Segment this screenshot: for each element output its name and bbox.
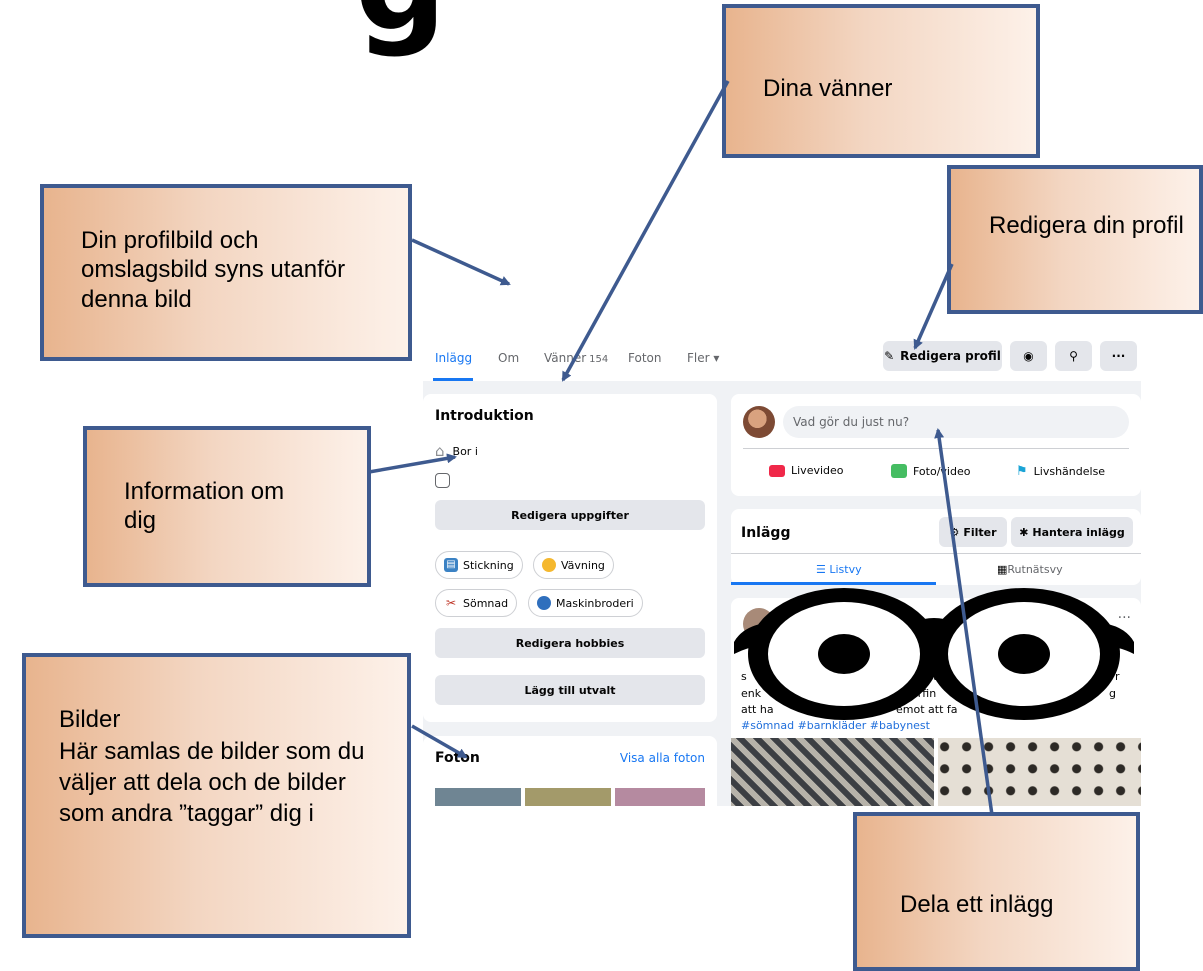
divider bbox=[743, 448, 1129, 449]
more-icon: ··· bbox=[1111, 349, 1126, 363]
heading-fragment: g bbox=[355, 0, 447, 50]
hobby-sewing[interactable]: ✂ Sömnad bbox=[435, 589, 518, 617]
posts-header-card: Inlägg ⚙ Filter ✱ Hantera inlägg ☰ Listvy … bbox=[731, 509, 1141, 585]
hobby-label: Vävning bbox=[561, 558, 605, 572]
hobby-label: Maskinbroderi bbox=[556, 596, 634, 610]
callout-text: Din profilbild och omslagsbild syns utan… bbox=[81, 227, 346, 313]
scissors-icon: ✂ bbox=[445, 596, 457, 610]
live-video-label: Livevideo bbox=[791, 464, 844, 477]
callout-info: Information om dig bbox=[83, 426, 371, 587]
composer-card: Vad gör du just nu? Livevideo Foto/video… bbox=[731, 394, 1141, 496]
avatar bbox=[743, 406, 775, 438]
callout-edit-profile: Redigera din profil bbox=[947, 165, 1203, 314]
tab-more[interactable]: Fler ▾ bbox=[687, 351, 719, 365]
glasses-overlay-icon bbox=[734, 588, 1134, 720]
edit-hobbies-button[interactable]: Redigera hobbies bbox=[435, 628, 705, 658]
callout-text: Dina vänner bbox=[763, 75, 893, 102]
tab-photos[interactable]: Foton bbox=[628, 351, 661, 365]
search-icon: ⚲ bbox=[1069, 349, 1078, 363]
view-as-button[interactable]: ◉ bbox=[1010, 341, 1047, 371]
flag-icon: ⚑ bbox=[1016, 464, 1028, 479]
callout-text: Information om dig bbox=[124, 478, 285, 535]
profile-screenshot: Inlägg Om Vänner 154 Foton Fler ▾ ✎ Redige… bbox=[423, 333, 1141, 806]
callout-share-post: Dela ett inlägg bbox=[853, 812, 1140, 971]
tab-about[interactable]: Om bbox=[498, 351, 519, 365]
list-icon: ☰ bbox=[816, 563, 830, 576]
photo-thumbnail[interactable] bbox=[615, 788, 705, 806]
callout-title: Bilder bbox=[59, 706, 121, 733]
divider bbox=[731, 553, 1141, 554]
grid-view-tab[interactable]: ▦Rutnätsvy bbox=[997, 563, 1063, 576]
pencil-icon: ✎ bbox=[884, 349, 895, 363]
tab-friends[interactable]: Vänner 154 bbox=[544, 351, 608, 365]
gear-icon: ✱ bbox=[1019, 525, 1029, 539]
intro-card: Introduktion ⌂ Bor i Redigera uppgifter ▤… bbox=[423, 394, 717, 722]
photos-card: Foton Visa alla foton bbox=[423, 736, 717, 806]
callout-text: Redigera din profil bbox=[989, 212, 1184, 239]
more-options-button[interactable]: ··· bbox=[1100, 341, 1137, 371]
friends-count: 154 bbox=[589, 354, 609, 365]
photos-title: Foton bbox=[435, 750, 480, 766]
photo-thumbnail[interactable] bbox=[525, 788, 611, 806]
callout-text: Dela ett inlägg bbox=[900, 891, 1054, 918]
lives-in-label: Bor i bbox=[452, 444, 478, 458]
search-profile-button[interactable]: ⚲ bbox=[1055, 341, 1092, 371]
callout-friends: Dina vänner bbox=[722, 4, 1040, 158]
list-view-label: Listvy bbox=[829, 563, 862, 576]
photo-video-label: Foto/video bbox=[913, 464, 971, 478]
edit-profile-label: Redigera profil bbox=[900, 349, 1001, 363]
photo-icon bbox=[891, 464, 907, 478]
manage-posts-label: Hantera inlägg bbox=[1032, 525, 1125, 539]
hobby-knitting[interactable]: ▤ Stickning bbox=[435, 551, 523, 579]
photo-video-button[interactable]: Foto/video bbox=[891, 464, 970, 478]
add-featured-button[interactable]: Lägg till utvalt bbox=[435, 675, 705, 705]
intro-title: Introduktion bbox=[435, 408, 534, 424]
eye-icon: ◉ bbox=[1023, 349, 1034, 363]
grid-icon: ▦ bbox=[997, 563, 1008, 576]
tab-friends-label: Vänner bbox=[544, 351, 587, 365]
see-all-photos-link[interactable]: Visa alla foton bbox=[620, 751, 705, 765]
edit-profile-button[interactable]: ✎ Redigera profil bbox=[883, 341, 1002, 371]
profile-tab-bar: Inlägg Om Vänner 154 Foton Fler ▾ ✎ Redige… bbox=[423, 333, 1141, 381]
life-event-button[interactable]: ⚑ Livshändelse bbox=[1016, 464, 1105, 479]
hobby-machine-embroidery[interactable]: Maskinbroderi bbox=[528, 589, 643, 617]
instagram-icon bbox=[435, 473, 450, 488]
live-video-icon bbox=[769, 464, 785, 477]
thread-icon bbox=[537, 596, 551, 610]
posts-title: Inlägg bbox=[741, 525, 791, 541]
arrow-profile-picture bbox=[411, 238, 511, 286]
manage-posts-button[interactable]: ✱ Hantera inlägg bbox=[1011, 517, 1133, 547]
life-event-label: Livshändelse bbox=[1033, 465, 1106, 478]
callout-profile-picture: Din profilbild och omslagsbild syns utan… bbox=[40, 184, 412, 361]
active-tab-indicator bbox=[433, 378, 473, 381]
list-view-tab[interactable]: ☰ Listvy bbox=[816, 563, 862, 576]
weaving-icon bbox=[542, 558, 556, 572]
hobby-label: Stickning bbox=[463, 558, 514, 572]
lives-in-row: ⌂ Bor i bbox=[435, 442, 478, 460]
post-photo[interactable] bbox=[731, 738, 934, 806]
hobby-weaving[interactable]: Vävning bbox=[533, 551, 614, 579]
home-icon: ⌂ bbox=[435, 442, 445, 460]
tab-posts[interactable]: Inlägg bbox=[435, 351, 472, 365]
post-photo[interactable] bbox=[938, 738, 1141, 806]
hobby-label: Sömnad bbox=[463, 596, 509, 610]
grid-view-label: Rutnätsvy bbox=[1007, 563, 1063, 576]
photo-thumbnail[interactable] bbox=[435, 788, 521, 806]
edit-details-button[interactable]: Redigera uppgifter bbox=[435, 500, 705, 530]
composer-input[interactable]: Vad gör du just nu? bbox=[783, 406, 1129, 438]
callout-photos: Bilder Här samlas de bilder som du välje… bbox=[22, 653, 411, 938]
live-video-button[interactable]: Livevideo bbox=[769, 464, 844, 477]
callout-text: Här samlas de bilder som du väljer att d… bbox=[59, 738, 365, 828]
filter-button[interactable]: ⚙ Filter bbox=[939, 517, 1007, 547]
filter-icon: ⚙ bbox=[949, 525, 960, 539]
filter-label: Filter bbox=[963, 525, 997, 539]
knitting-icon: ▤ bbox=[444, 558, 458, 572]
